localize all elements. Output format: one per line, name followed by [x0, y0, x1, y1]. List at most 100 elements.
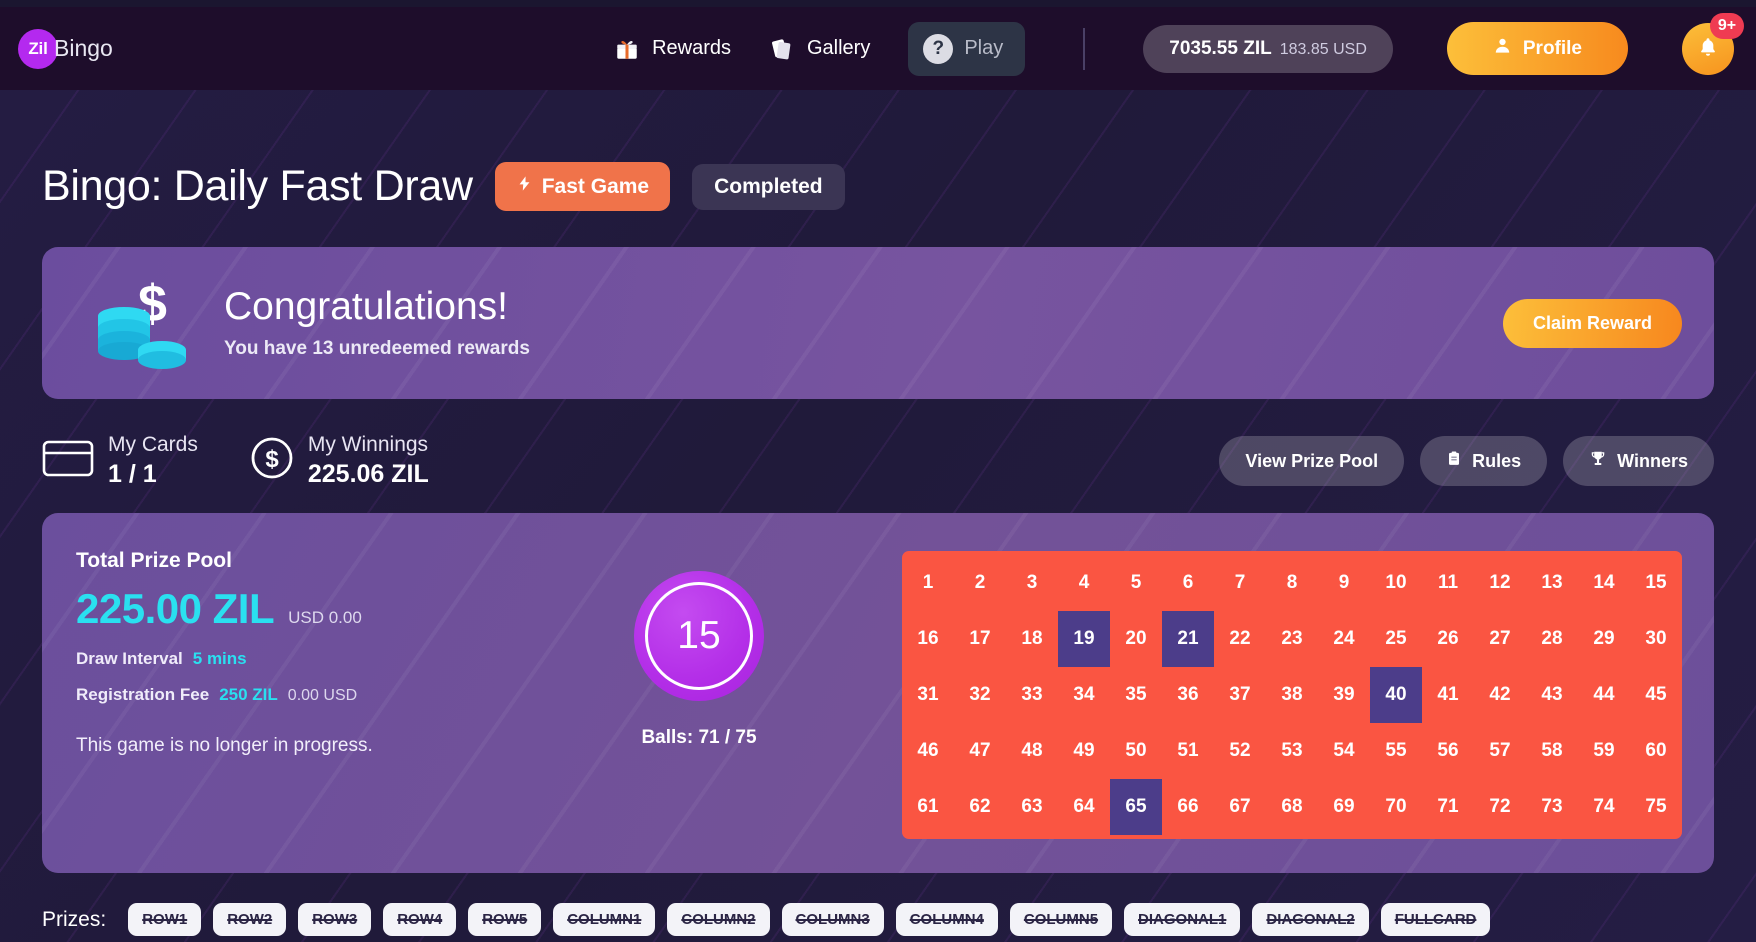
prize-chip[interactable]: ROW4: [383, 903, 457, 936]
draw-interval-label: Draw Interval: [76, 649, 183, 668]
rules-button[interactable]: Rules: [1420, 436, 1548, 486]
prize-chip[interactable]: ROW2: [213, 903, 287, 936]
page-title: Bingo: Daily Fast Draw: [42, 162, 473, 210]
winners-button[interactable]: Winners: [1563, 436, 1714, 486]
congratulations-subtitle: You have 13 unredeemed rewards: [224, 338, 530, 360]
number-cell: 73: [1541, 796, 1563, 817]
number-cell: 11: [1437, 572, 1459, 593]
number-cell: 20: [1125, 628, 1147, 649]
number-cell: 13: [1541, 572, 1563, 593]
number-cell: 35: [1125, 684, 1147, 705]
congratulations-banner: $ Congratulations! You have 13 unredeeme…: [42, 247, 1714, 399]
balance-usd: 183.85 USD: [1279, 40, 1367, 58]
number-cell: 6: [1182, 572, 1194, 593]
number-cell: 40: [1370, 667, 1422, 723]
draw-interval-row: Draw Interval 5 mins: [76, 649, 574, 669]
number-cell: 65: [1110, 779, 1162, 835]
prizes-row: Prizes: ROW1 ROW2 ROW3 ROW4 ROW5 COLUMN1 COLUM…: [0, 903, 1756, 936]
card-icon: [42, 438, 94, 483]
number-cell: 63: [1021, 796, 1043, 817]
number-cell: 19: [1058, 611, 1110, 667]
number-cell: 71: [1437, 796, 1459, 817]
number-cell: 45: [1645, 684, 1667, 705]
dollar-circle-icon: $: [250, 436, 294, 485]
number-cell: 57: [1489, 740, 1511, 761]
prize-chip[interactable]: ROW3: [298, 903, 372, 936]
question-mark-icon: ?: [923, 33, 954, 64]
nav-label-rewards: Rewards: [652, 37, 731, 59]
prize-chip[interactable]: DIAGONAL1: [1124, 903, 1241, 936]
number-cell: 27: [1489, 628, 1511, 649]
number-cell: 51: [1177, 740, 1199, 761]
nav-item-rewards[interactable]: Rewards: [614, 36, 731, 62]
number-cell: 29: [1593, 628, 1615, 649]
prize-chip[interactable]: COLUMN4: [895, 903, 998, 936]
current-ball-section: 15 Balls: 71 / 75: [574, 549, 824, 839]
total-prize-pool-label: Total Prize Pool: [76, 549, 232, 572]
trophy-icon: [1589, 449, 1607, 473]
brand-logo[interactable]: Zil Bingo: [18, 28, 113, 69]
number-cell: 52: [1229, 740, 1251, 761]
number-cell: 60: [1645, 740, 1667, 761]
number-cell: 37: [1229, 684, 1251, 705]
bell-icon: [1697, 36, 1719, 61]
nav-item-gallery[interactable]: Gallery: [769, 36, 870, 62]
registration-fee-label: Registration Fee: [76, 685, 210, 704]
number-cell: 3: [1026, 572, 1038, 593]
coins-dollar-icon: $: [88, 273, 198, 373]
total-prize-pool-amount-row: 225.00 ZIL USD 0.00: [76, 585, 574, 633]
fast-game-badge: Fast Game: [494, 162, 671, 211]
balance-pill[interactable]: 7035.55 ZIL 183.85 USD: [1143, 24, 1393, 73]
profile-button[interactable]: Profile: [1446, 22, 1628, 75]
number-cell: 69: [1333, 796, 1355, 817]
number-cell: 10: [1385, 572, 1407, 593]
number-cell: 22: [1229, 628, 1251, 649]
brand-badge: Zil: [18, 28, 58, 69]
number-cell: 15: [1645, 572, 1667, 593]
prize-chip[interactable]: FULLCARD: [1380, 903, 1491, 936]
notification-badge: 9+: [1710, 12, 1744, 39]
number-cell: 14: [1593, 572, 1615, 593]
number-cell: 62: [969, 796, 991, 817]
svg-text:$: $: [265, 446, 279, 473]
prize-chip[interactable]: ROW1: [128, 903, 202, 936]
view-prize-pool-button[interactable]: View Prize Pool: [1219, 436, 1405, 486]
prize-chip[interactable]: ROW5: [468, 903, 542, 936]
number-cell: 5: [1130, 572, 1142, 593]
number-cell: 32: [969, 684, 991, 705]
number-cell: 30: [1645, 628, 1667, 649]
nav-label-gallery: Gallery: [806, 37, 871, 59]
stats-row: My Cards 1 / 1 $ My Winnings 225.06 ZIL: [42, 431, 1714, 491]
number-cell: 47: [969, 740, 991, 761]
number-cell: 59: [1593, 740, 1615, 761]
clipboard-icon: [1446, 449, 1462, 473]
current-ball-number: 15: [677, 614, 721, 657]
winners-label: Winners: [1617, 450, 1688, 471]
user-icon: [1493, 36, 1512, 61]
page-header-row: Bingo: Daily Fast Draw Fast Game Complet…: [42, 162, 1714, 211]
prize-chip[interactable]: DIAGONAL2: [1252, 903, 1369, 936]
prize-chip[interactable]: COLUMN3: [781, 903, 884, 936]
number-cell: 21: [1162, 611, 1214, 667]
main-content: Bingo: Daily Fast Draw Fast Game Complet…: [0, 162, 1756, 873]
prize-chip[interactable]: COLUMN1: [553, 903, 656, 936]
number-cell: 53: [1281, 740, 1303, 761]
claim-reward-button[interactable]: Claim Reward: [1502, 298, 1682, 348]
number-cell: 38: [1281, 684, 1303, 705]
balance-zil: 7035.55 ZIL: [1169, 37, 1272, 59]
stat-actions: View Prize Pool Rules Winners: [1219, 436, 1714, 486]
play-button[interactable]: ? Play: [908, 21, 1026, 76]
prize-chip[interactable]: COLUMN2: [667, 903, 770, 936]
my-cards-value: 1 / 1: [108, 460, 157, 489]
number-cell: 55: [1385, 740, 1407, 761]
number-cell: 42: [1489, 684, 1511, 705]
my-cards-label: My Cards: [108, 432, 198, 456]
number-cell: 64: [1073, 796, 1095, 817]
number-cell: 31: [917, 684, 939, 705]
number-cell: 36: [1177, 684, 1199, 705]
stat-my-winnings: $ My Winnings 225.06 ZIL: [250, 433, 429, 489]
number-cell: 75: [1645, 796, 1667, 817]
number-cell: 8: [1286, 572, 1298, 593]
view-prize-pool-label: View Prize Pool: [1245, 450, 1379, 471]
prize-chip[interactable]: COLUMN5: [1009, 903, 1113, 936]
